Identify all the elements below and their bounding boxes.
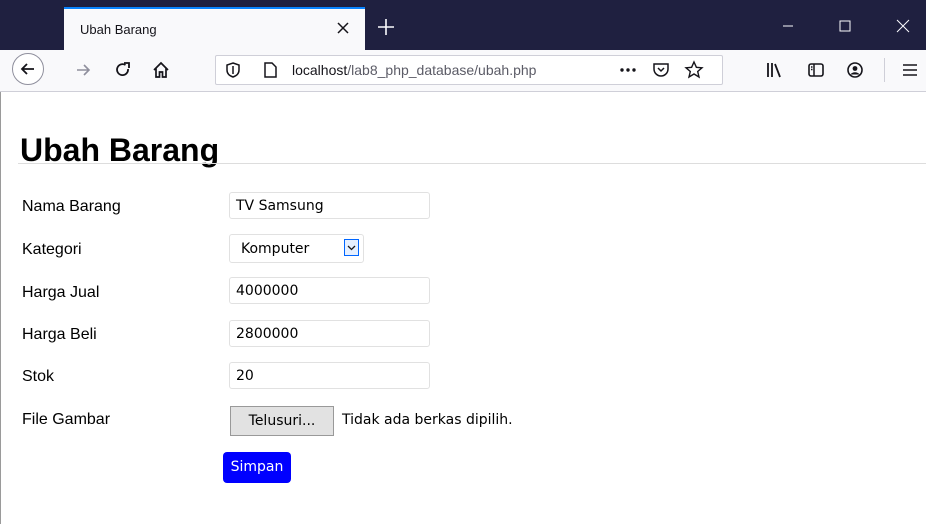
sidebar-icon[interactable] bbox=[806, 60, 826, 80]
url-path: /lab8_php_database/ubah.php bbox=[347, 62, 537, 78]
browser-titlebar: Ubah Barang bbox=[0, 0, 926, 50]
reload-icon[interactable] bbox=[113, 60, 133, 80]
file-status-text: Tidak ada berkas dipilih. bbox=[342, 412, 513, 428]
title-divider bbox=[18, 163, 926, 164]
page-icon[interactable] bbox=[260, 60, 280, 80]
viewport-border bbox=[0, 92, 1, 524]
account-icon[interactable] bbox=[845, 60, 865, 80]
select-dropdown-button[interactable] bbox=[344, 239, 359, 256]
url-bar[interactable]: localhost/lab8_php_database/ubah.php bbox=[215, 55, 723, 85]
harga-beli-label: Harga Beli bbox=[22, 326, 97, 343]
navigation-toolbar: localhost/lab8_php_database/ubah.php bbox=[0, 50, 926, 92]
page-title: Ubah Barang bbox=[20, 132, 220, 168]
home-icon[interactable] bbox=[151, 60, 171, 80]
browser-tab[interactable]: Ubah Barang bbox=[64, 7, 365, 50]
nama-barang-input[interactable]: TV Samsung bbox=[229, 192, 430, 219]
simpan-button[interactable]: Simpan bbox=[223, 452, 291, 483]
harga-jual-label: Harga Jual bbox=[22, 284, 100, 301]
file-gambar-label: File Gambar bbox=[22, 411, 111, 428]
maximize-icon[interactable] bbox=[835, 16, 855, 36]
stok-label: Stok bbox=[22, 368, 55, 385]
back-arrow-icon bbox=[20, 63, 34, 75]
stok-input[interactable]: 20 bbox=[229, 362, 430, 389]
library-icon[interactable] bbox=[764, 60, 784, 80]
new-tab-icon[interactable] bbox=[376, 17, 396, 37]
hamburger-menu-icon[interactable] bbox=[900, 60, 920, 80]
kategori-select[interactable]: Komputer bbox=[229, 234, 364, 263]
url-host: localhost bbox=[292, 62, 348, 78]
harga-jual-input[interactable]: 4000000 bbox=[229, 277, 430, 304]
tab-title: Ubah Barang bbox=[80, 22, 157, 37]
nama-barang-label: Nama Barang bbox=[22, 198, 121, 215]
kategori-label: Kategori bbox=[22, 241, 82, 258]
close-icon[interactable] bbox=[333, 18, 353, 38]
window-close-icon[interactable] bbox=[893, 16, 913, 36]
more-dots-icon[interactable] bbox=[618, 60, 638, 80]
shield-icon[interactable] bbox=[223, 60, 243, 80]
back-button[interactable] bbox=[12, 53, 44, 85]
star-icon[interactable] bbox=[684, 60, 704, 80]
browse-file-button[interactable]: Telusuri... bbox=[230, 406, 334, 436]
chevron-down-icon bbox=[347, 245, 356, 251]
harga-beli-input[interactable]: 2800000 bbox=[229, 320, 430, 347]
url-text[interactable]: localhost/lab8_php_database/ubah.php bbox=[292, 62, 614, 78]
forward-arrow-icon[interactable] bbox=[73, 60, 93, 80]
toolbar-separator bbox=[884, 58, 885, 82]
pocket-icon[interactable] bbox=[651, 60, 671, 80]
kategori-selected-value: Komputer bbox=[241, 241, 310, 257]
minimize-icon[interactable] bbox=[778, 16, 798, 36]
